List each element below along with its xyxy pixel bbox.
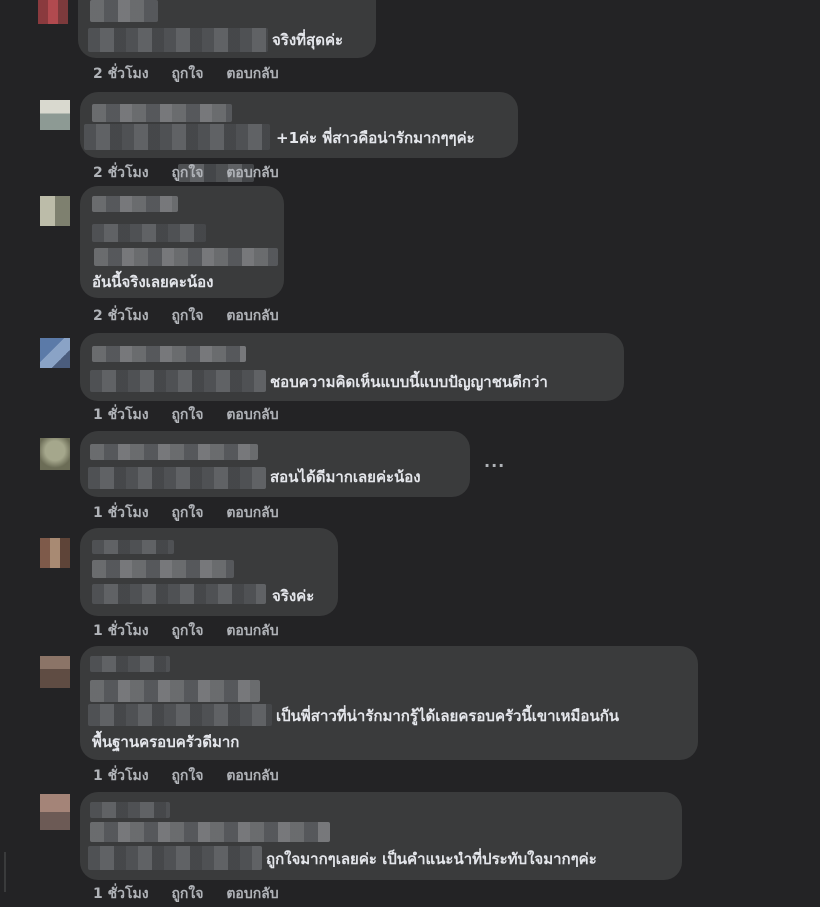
blurred-name [90,444,258,460]
blurred-text [90,822,330,842]
reply-link[interactable]: ตอบกลับ [226,407,278,423]
blurred-text [88,846,262,870]
blurred-text [84,124,270,150]
avatar[interactable] [40,794,70,830]
comment-time[interactable]: 1 ชั่วโมง [93,407,149,423]
like-link[interactable]: ถูกใจ [171,886,203,902]
blurred-name [90,656,170,672]
comment-time[interactable]: 2 ชั่วโมง [93,308,149,324]
comment-text: ถูกใจมากๆเลยค่ะ เป็นคำแนะนำที่ประทับใจมา… [266,850,597,868]
comment-text: อันนี้จริงเลยคะน้อง [92,273,214,291]
more-options-icon[interactable]: ... [484,452,505,471]
like-link[interactable]: ถูกใจ [171,768,203,784]
comment-time[interactable]: 1 ชั่วโมง [93,623,149,639]
blurred-text [92,224,206,242]
comment-actions: 2 ชั่วโมง ถูกใจ ตอบกลับ [93,162,297,184]
comment-actions: 2 ชั่วโมง ถูกใจ ตอบกลับ [93,63,297,85]
avatar[interactable] [38,0,68,24]
reply-link[interactable]: ตอบกลับ [226,768,278,784]
comment-text: สอนได้ดีมากเลยค่ะน้อง [270,468,421,486]
avatar[interactable] [40,196,70,226]
comment-time[interactable]: 1 ชั่วโมง [93,886,149,902]
avatar[interactable] [40,438,70,470]
reply-link[interactable]: ตอบกลับ [226,623,278,639]
comment-time[interactable]: 2 ชั่วโมง [93,165,149,181]
comment-actions: 1 ชั่วโมง ถูกใจ ตอบกลับ [93,883,297,905]
comment-text: +1ค่ะ พี่สาวคือน่ารักมากๆๆค่ะ [276,129,475,147]
like-link[interactable]: ถูกใจ [171,165,203,181]
scrollbar[interactable] [4,852,6,892]
blurred-text [90,370,266,392]
blurred-text [94,248,278,266]
blurred-text [90,680,260,702]
reply-link[interactable]: ตอบกลับ [226,505,278,521]
avatar[interactable] [40,338,70,368]
blurred-name [90,0,158,22]
blurred-text [92,584,266,604]
comment-time[interactable]: 2 ชั่วโมง [93,66,149,82]
like-link[interactable]: ถูกใจ [171,505,203,521]
blurred-name [92,196,178,212]
like-link[interactable]: ถูกใจ [171,308,203,324]
avatar[interactable] [40,656,70,688]
comment-text: จริงที่สุดค่ะ [272,31,344,49]
blurred-text [88,467,266,489]
comment-text: พื้นฐานครอบครัวดีมาก [92,733,240,751]
comment-actions: 1 ชั่วโมง ถูกใจ ตอบกลับ [93,765,297,787]
blurred-name [92,540,174,554]
reply-link[interactable]: ตอบกลับ [226,66,278,82]
blurred-text [88,28,268,52]
comment-text: ชอบความคิดเห็นแบบนี้แบบปัญญาชนดีกว่า [270,373,548,391]
blurred-text [92,560,234,578]
like-link[interactable]: ถูกใจ [171,407,203,423]
like-link[interactable]: ถูกใจ [171,66,203,82]
reply-link[interactable]: ตอบกลับ [226,308,278,324]
comment-actions: 1 ชั่วโมง ถูกใจ ตอบกลับ [93,404,297,426]
blurred-name [90,802,170,818]
comment-time[interactable]: 1 ชั่วโมง [93,768,149,784]
reply-link[interactable]: ตอบกลับ [226,886,278,902]
comment-actions: 1 ชั่วโมง ถูกใจ ตอบกลับ [93,620,297,642]
blurred-text [88,704,272,726]
blurred-name [92,346,246,362]
comment-time[interactable]: 1 ชั่วโมง [93,505,149,521]
avatar[interactable] [40,538,70,568]
blurred-name [92,104,232,122]
like-link[interactable]: ถูกใจ [171,623,203,639]
reply-link[interactable]: ตอบกลับ [226,165,278,181]
comment-actions: 2 ชั่วโมง ถูกใจ ตอบกลับ [93,305,297,327]
comment-actions: 1 ชั่วโมง ถูกใจ ตอบกลับ [93,502,297,524]
comment-text: จริงค่ะ [272,587,315,605]
avatar[interactable] [40,100,70,130]
comment-text: เป็นพี่สาวที่น่ารักมากรู้ได้เลยครอบครัวน… [276,707,620,725]
